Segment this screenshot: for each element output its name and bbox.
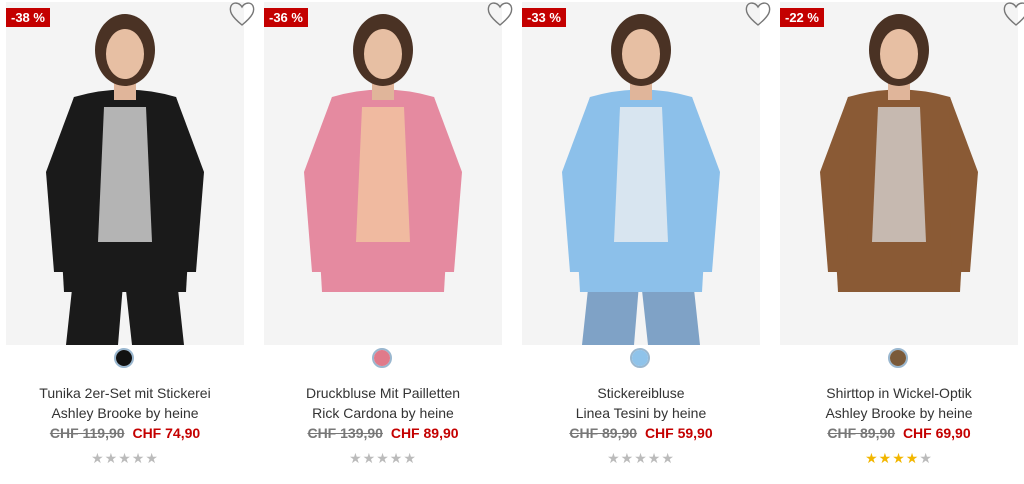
- rating-stars: ★★★★★: [264, 450, 502, 467]
- product-card[interactable]: -38 % Tunika 2er-Set mit Stickerei Ashle…: [6, 0, 255, 484]
- star-icon: ★: [905, 450, 920, 466]
- model-photo: [46, 14, 204, 345]
- product-image[interactable]: [264, 2, 502, 345]
- heart-icon[interactable]: [1001, 0, 1024, 28]
- price-row: CHF 89,90 CHF 59,90: [522, 425, 760, 441]
- sale-price: CHF 74,90: [132, 425, 201, 441]
- price-row: CHF 119,90 CHF 74,90: [6, 425, 244, 441]
- star-icon: ★: [647, 450, 662, 466]
- star-icon: ★: [403, 450, 417, 466]
- old-price: CHF 139,90: [307, 425, 383, 441]
- star-icon: ★: [620, 450, 635, 466]
- model-photo: [562, 14, 720, 345]
- discount-badge: -22 %: [780, 8, 824, 27]
- star-icon: ★: [349, 450, 363, 466]
- rating-stars: ★★★★★: [780, 450, 1018, 467]
- star-icon: ★: [878, 450, 893, 466]
- product-title[interactable]: Shirttop in Wickel-Optik: [780, 385, 1018, 401]
- star-icon: ★: [91, 450, 105, 466]
- model-photo: [820, 14, 978, 345]
- rating-stars: ★★★★★: [6, 450, 244, 467]
- product-brand: Ashley Brooke by heine: [51, 405, 199, 421]
- heart-icon[interactable]: [227, 0, 257, 28]
- color-swatch[interactable]: [888, 348, 908, 368]
- sale-price: CHF 69,90: [902, 425, 971, 441]
- color-swatch[interactable]: [372, 348, 392, 368]
- product-title[interactable]: Stickereibluse: [522, 385, 760, 401]
- star-icon: ★: [131, 450, 146, 466]
- star-icon: ★: [607, 450, 621, 466]
- product-brand: Linea Tesini by heine: [575, 405, 707, 421]
- color-swatch[interactable]: [114, 348, 134, 368]
- old-price: CHF 89,90: [827, 425, 896, 441]
- star-icon: ★: [389, 450, 404, 466]
- star-icon: ★: [634, 450, 648, 466]
- product-image[interactable]: [780, 2, 1018, 345]
- heart-icon[interactable]: [485, 0, 515, 28]
- star-icon: ★: [145, 450, 159, 466]
- discount-badge: -36 %: [264, 8, 308, 27]
- model-photo: [304, 14, 462, 345]
- product-image[interactable]: [522, 2, 760, 345]
- product-card[interactable]: -33 % Stickereibluse Linea Tesini by hei…: [522, 0, 771, 484]
- star-icon: ★: [661, 450, 675, 466]
- star-icon: ★: [919, 450, 933, 466]
- heart-icon[interactable]: [743, 0, 773, 28]
- product-title[interactable]: Tunika 2er-Set mit Stickerei: [6, 385, 244, 401]
- star-icon: ★: [376, 450, 390, 466]
- color-swatch[interactable]: [630, 348, 650, 368]
- price-row: CHF 89,90 CHF 69,90: [780, 425, 1018, 441]
- price-row: CHF 139,90 CHF 89,90: [264, 425, 502, 441]
- old-price: CHF 89,90: [569, 425, 638, 441]
- sale-price: CHF 89,90: [390, 425, 459, 441]
- product-image[interactable]: [6, 2, 244, 345]
- old-price: CHF 119,90: [49, 425, 125, 441]
- product-grid: -38 % Tunika 2er-Set mit Stickerei Ashle…: [0, 0, 1024, 484]
- star-icon: ★: [104, 450, 119, 466]
- discount-badge: -38 %: [6, 8, 50, 27]
- star-icon: ★: [892, 450, 906, 466]
- star-icon: ★: [865, 450, 879, 466]
- product-brand: Ashley Brooke by heine: [825, 405, 973, 421]
- rating-stars: ★★★★★: [522, 450, 760, 467]
- product-brand: Rick Cardona by heine: [312, 405, 454, 421]
- product-card[interactable]: -22 % Shirttop in Wickel-Optik Ashley Br…: [780, 0, 1024, 484]
- sale-price: CHF 59,90: [644, 425, 713, 441]
- product-card[interactable]: -36 % Druckbluse Mit Pailletten Rick Car…: [264, 0, 513, 484]
- star-icon: ★: [362, 450, 377, 466]
- product-title[interactable]: Druckbluse Mit Pailletten: [264, 385, 502, 401]
- discount-badge: -33 %: [522, 8, 566, 27]
- star-icon: ★: [118, 450, 132, 466]
